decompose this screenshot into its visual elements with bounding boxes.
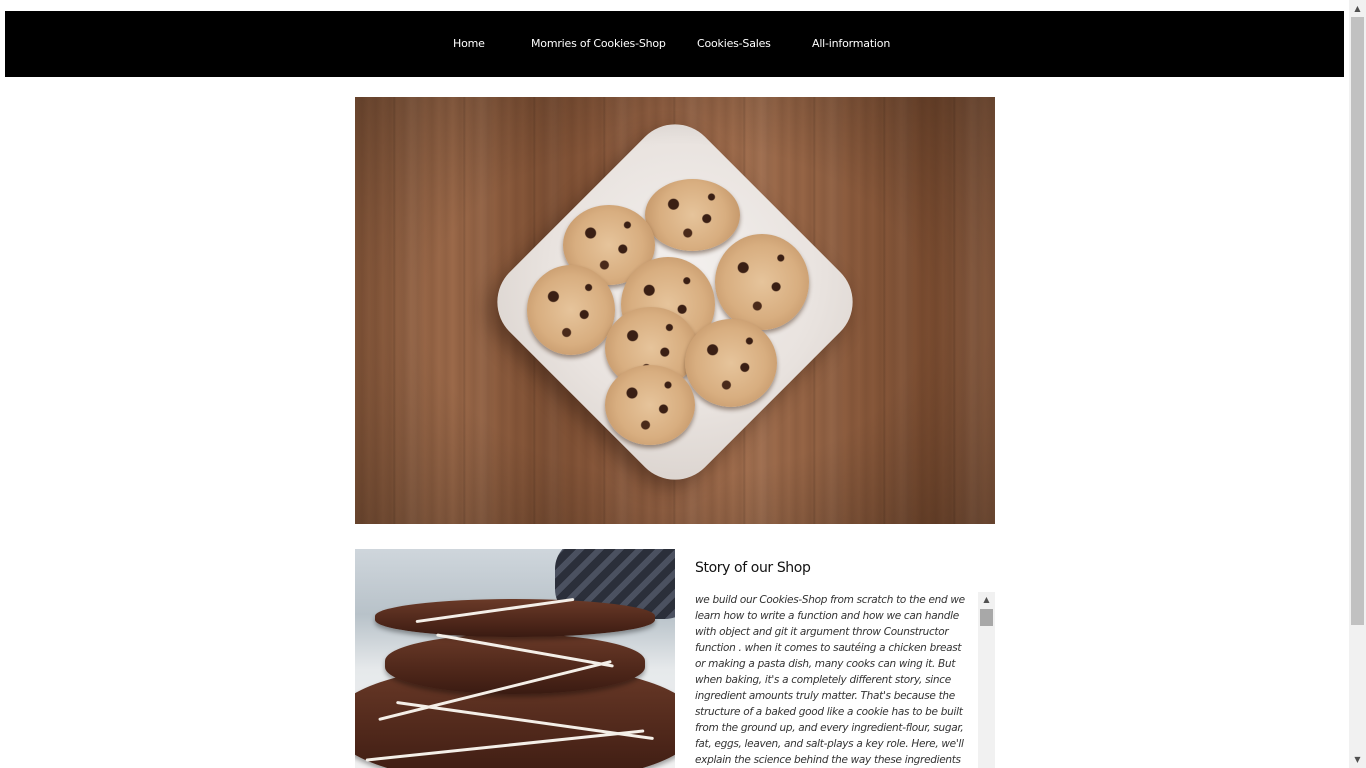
scroll-up-arrow-icon[interactable]: ▲ — [978, 592, 995, 607]
page: Home Momries of Cookies-Shop Cookies-Sal… — [0, 0, 1349, 768]
nav-link-home[interactable]: Home — [453, 11, 485, 77]
story-scroll-box[interactable]: we build our Cookies-Shop from scratch t… — [695, 592, 995, 768]
brownie-cookies-photo — [355, 549, 675, 768]
story-title: Story of our Shop — [695, 560, 811, 576]
story-text: we build our Cookies-Shop from scratch t… — [695, 594, 965, 766]
scroll-down-arrow-icon[interactable]: ▼ — [1349, 751, 1366, 768]
hero-cookies-image — [355, 97, 995, 524]
nav-link-cookies-sales[interactable]: Cookies-Sales — [697, 11, 771, 77]
story-scrollbar[interactable]: ▲ — [978, 592, 995, 768]
page-scrollbar[interactable]: ▲ ▼ — [1349, 0, 1366, 768]
brownie-cookie — [375, 599, 655, 637]
nav-link-memories[interactable]: Momries of Cookies-Shop — [531, 11, 666, 77]
main-navbar: Home Momries of Cookies-Shop Cookies-Sal… — [5, 11, 1344, 77]
nav-link-all-information[interactable]: All-information — [812, 11, 890, 77]
hero-vignette — [355, 97, 995, 524]
story-scroll-thumb[interactable] — [980, 609, 993, 626]
page-scroll-thumb[interactable] — [1351, 17, 1364, 625]
scroll-up-arrow-icon[interactable]: ▲ — [1349, 0, 1366, 17]
